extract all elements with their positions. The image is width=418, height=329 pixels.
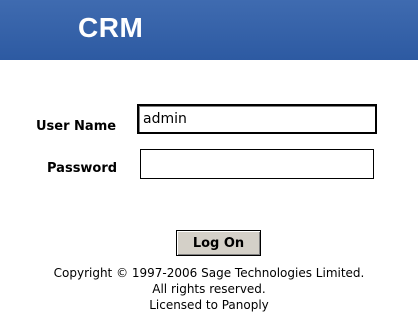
copyright-text: Copyright © 1997-2006 Sage Technologies … (53, 266, 365, 280)
password-input[interactable] (140, 149, 374, 179)
password-label: Password (47, 161, 118, 176)
footer: Copyright © 1997-2006 Sage Technologies … (0, 265, 418, 313)
username-label: User Name (36, 119, 117, 134)
username-input[interactable] (137, 104, 377, 134)
app-title: CRM (78, 12, 144, 43)
rights-text: All rights reserved. (152, 282, 266, 296)
header-bar: CRM (0, 0, 418, 60)
log-on-button[interactable]: Log On (176, 230, 261, 256)
license-text: Licensed to Panoply (149, 298, 269, 312)
